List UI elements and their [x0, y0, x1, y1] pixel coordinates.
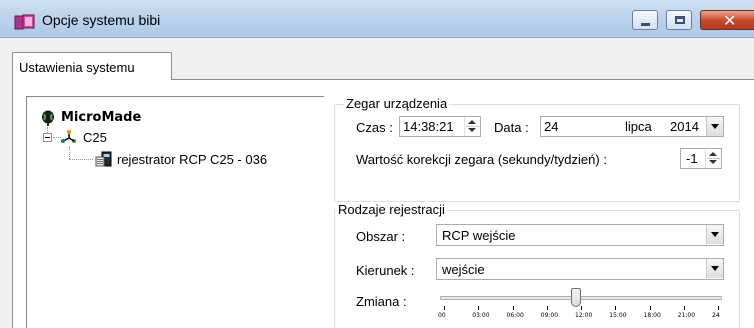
tree-line [69, 147, 70, 159]
tab-system-settings[interactable]: Ustawienia systemu [12, 52, 172, 80]
slider-tick-label: 18:00 [643, 312, 661, 319]
spin-up-icon [709, 152, 717, 156]
slider-tick-label: 06:00 [506, 312, 524, 319]
slider-tick [444, 306, 445, 310]
date-month: lipca [625, 119, 652, 134]
maximize-button[interactable] [666, 10, 692, 30]
registration-group-title: Rodzaje rejestracji [336, 202, 447, 217]
window-title: Opcje systemu bibi [42, 12, 161, 28]
date-picker[interactable]: 24 lipca 2014 [540, 116, 724, 137]
area-label: Obszar : [356, 229, 406, 244]
spin-down-icon [468, 128, 476, 132]
device-recorder-icon [95, 151, 112, 167]
tree-line [69, 159, 93, 160]
time-label: Czas : [356, 120, 393, 135]
minimize-button[interactable] [632, 10, 658, 30]
tree-item-label: MicroMade [61, 110, 142, 125]
slider-tick-label: 15:00 [609, 312, 627, 319]
slider-tick-label: 24 [712, 312, 720, 319]
correction-label: Wartość korekcji zegara (sekundy/tydzień… [356, 152, 607, 167]
direction-value: wejście [442, 262, 485, 277]
area-value: RCP wejście [442, 228, 516, 243]
correction-spinner[interactable] [705, 149, 721, 168]
tree-item-label: C25 [83, 130, 107, 145]
slider-track [440, 296, 722, 300]
slider-tick [581, 306, 582, 310]
time-spinner[interactable] [464, 117, 480, 136]
area-dropdown-icon[interactable] [706, 225, 723, 244]
minimize-icon [641, 23, 650, 26]
collapse-toggle[interactable] [43, 133, 52, 142]
slider-tick-label: 00 [438, 312, 446, 319]
direction-select[interactable]: wejście [436, 258, 724, 280]
tree-item-label: rejestrator RCP C25 - 036 [117, 152, 268, 167]
time-input[interactable]: 14:38:21 [399, 116, 481, 137]
tree-line [53, 137, 61, 138]
slider-tick [683, 306, 685, 310]
device-tree[interactable]: MicroMade C25 rejestrator RCP C25 - 036 [26, 96, 324, 328]
close-icon: ✕ [723, 11, 737, 30]
correction-value: -1 [686, 151, 698, 166]
maximize-icon [675, 16, 685, 24]
slider-tick [478, 306, 480, 310]
spin-up-icon [468, 120, 476, 124]
date-label: Data : [494, 120, 529, 135]
slider-tick [512, 306, 514, 310]
title-bar[interactable]: Opcje systemu bibi ✕ [0, 0, 754, 38]
direction-label: Kierunek : [356, 263, 415, 278]
slider-tick [718, 306, 719, 310]
slider-tick-label: 03:00 [472, 312, 490, 319]
spin-down-icon [709, 160, 717, 164]
slider-tick-label: 09:00 [540, 312, 559, 319]
close-button[interactable]: ✕ [700, 10, 754, 30]
area-select[interactable]: RCP wejście [436, 224, 724, 246]
slider-thumb[interactable] [570, 288, 581, 307]
globe-icon [42, 110, 54, 126]
slider-tick-label: 12:00 [575, 312, 593, 319]
slider-tick [546, 306, 548, 310]
network-node-icon [61, 130, 76, 143]
slider-tick [615, 306, 617, 310]
date-dropdown-icon[interactable] [706, 117, 723, 136]
slider-tick-label: 21:00 [677, 312, 696, 319]
shift-slider[interactable]: 00 03:00 06:00 09:00 12:00 15:00 18:00 21:00 24 [438, 288, 722, 322]
slider-tick [649, 306, 651, 310]
spin-divider [707, 158, 720, 159]
date-year: 2014 [670, 119, 699, 134]
date-day: 24 [544, 119, 559, 134]
time-value: 14:38:21 [403, 119, 454, 134]
direction-dropdown-icon[interactable] [706, 259, 723, 278]
settings-panel: Zegar urządzenia Czas : 14:38:21 Data : … [334, 96, 746, 328]
clock-group-title: Zegar urządzenia [344, 96, 450, 111]
app-book-icon [14, 14, 35, 30]
spin-divider [466, 126, 479, 127]
shift-label: Zmiana : [356, 294, 407, 309]
correction-input[interactable]: -1 [680, 148, 722, 169]
